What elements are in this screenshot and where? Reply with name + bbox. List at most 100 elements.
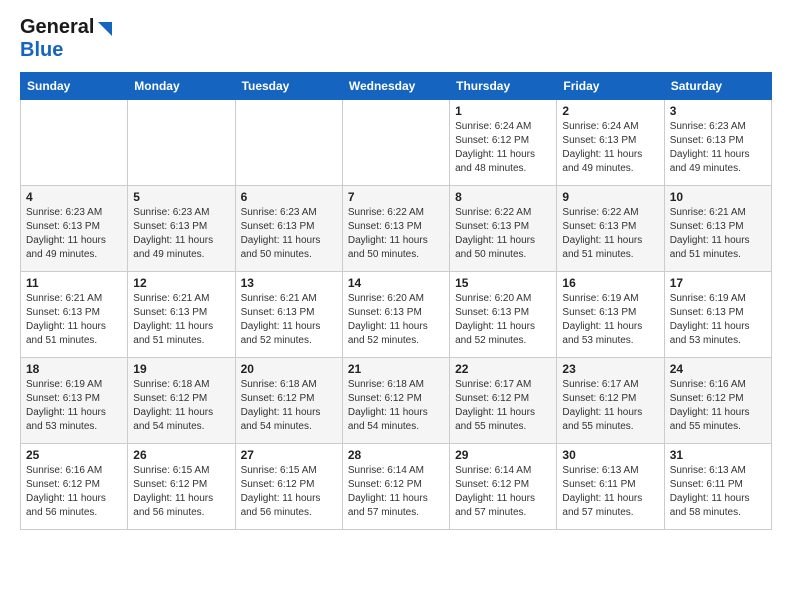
day-info: Sunrise: 6:13 AM Sunset: 6:11 PM Dayligh…: [670, 464, 766, 520]
day-info: Sunrise: 6:23 AM Sunset: 6:13 PM Dayligh…: [133, 206, 229, 262]
day-number: 8: [455, 190, 551, 204]
day-number: 9: [562, 190, 658, 204]
day-info: Sunrise: 6:19 AM Sunset: 6:13 PM Dayligh…: [670, 292, 766, 348]
calendar-table: SundayMondayTuesdayWednesdayThursdayFrid…: [20, 72, 772, 530]
day-info: Sunrise: 6:16 AM Sunset: 6:12 PM Dayligh…: [670, 378, 766, 434]
day-info: Sunrise: 6:24 AM Sunset: 6:12 PM Dayligh…: [455, 120, 551, 176]
day-number: 19: [133, 362, 229, 376]
day-number: 25: [26, 448, 122, 462]
day-info: Sunrise: 6:22 AM Sunset: 6:13 PM Dayligh…: [455, 206, 551, 262]
calendar-cell: 25Sunrise: 6:16 AM Sunset: 6:12 PM Dayli…: [21, 444, 128, 530]
day-number: 6: [241, 190, 337, 204]
day-number: 21: [348, 362, 444, 376]
calendar-cell: 14Sunrise: 6:20 AM Sunset: 6:13 PM Dayli…: [342, 272, 449, 358]
day-info: Sunrise: 6:22 AM Sunset: 6:13 PM Dayligh…: [348, 206, 444, 262]
calendar-cell: 15 Sunrise: 6:20 AM Sunset: 6:13 PM Dayli…: [450, 272, 557, 358]
calendar-week-1: 1 Sunrise: 6:24 AM Sunset: 6:12 PM Daylig…: [21, 100, 772, 186]
day-info: Sunrise: 6:21 AM Sunset: 6:13 PM Dayligh…: [26, 292, 122, 348]
calendar-cell: [21, 100, 128, 186]
day-info: Sunrise: 6:15 AM Sunset: 6:12 PM Dayligh…: [133, 464, 229, 520]
calendar-cell: 12Sunrise: 6:21 AM Sunset: 6:13 PM Dayli…: [128, 272, 235, 358]
calendar-header-row: SundayMondayTuesdayWednesdayThursdayFrid…: [21, 73, 772, 100]
day-number: 7: [348, 190, 444, 204]
calendar-cell: 13 Sunrise: 6:21 AM Sunset: 6:13 PM Dayli…: [235, 272, 342, 358]
calendar-week-3: 11 Sunrise: 6:21 AM Sunset: 6:13 PM Dayli…: [21, 272, 772, 358]
day-info: Sunrise: 6:19 AM Sunset: 6:13 PM Dayligh…: [26, 378, 122, 434]
day-info: Sunrise: 6:18 AM Sunset: 6:12 PM Dayligh…: [133, 378, 229, 434]
day-number: 10: [670, 190, 766, 204]
day-number: 1: [455, 104, 551, 118]
calendar-cell: 18 Sunrise: 6:19 AM Sunset: 6:13 PM Dayli…: [21, 358, 128, 444]
calendar-cell: 5 Sunrise: 6:23 AM Sunset: 6:13 PM Daylig…: [128, 186, 235, 272]
day-number: 3: [670, 104, 766, 118]
logo-general-label: General: [20, 16, 94, 38]
logo-triangle-icon: [94, 20, 112, 38]
calendar-cell: 29 Sunrise: 6:14 AM Sunset: 6:12 PM Dayli…: [450, 444, 557, 530]
calendar-cell: 10 Sunrise: 6:21 AM Sunset: 6:13 PM Dayli…: [664, 186, 771, 272]
day-number: 5: [133, 190, 229, 204]
day-number: 29: [455, 448, 551, 462]
calendar-cell: 30 Sunrise: 6:13 AM Sunset: 6:11 PM Dayli…: [557, 444, 664, 530]
header-saturday: Saturday: [664, 73, 771, 100]
day-number: 30: [562, 448, 658, 462]
day-info: Sunrise: 6:17 AM Sunset: 6:12 PM Dayligh…: [455, 378, 551, 434]
day-info: Sunrise: 6:18 AM Sunset: 6:12 PM Dayligh…: [241, 378, 337, 434]
day-number: 13: [241, 276, 337, 290]
calendar-cell: 3 Sunrise: 6:23 AM Sunset: 6:13 PM Daylig…: [664, 100, 771, 186]
calendar-cell: 26 Sunrise: 6:15 AM Sunset: 6:12 PM Dayli…: [128, 444, 235, 530]
day-number: 26: [133, 448, 229, 462]
header-sunday: Sunday: [21, 73, 128, 100]
day-number: 27: [241, 448, 337, 462]
day-info: Sunrise: 6:21 AM Sunset: 6:13 PM Dayligh…: [670, 206, 766, 262]
day-info: Sunrise: 6:22 AM Sunset: 6:13 PM Dayligh…: [562, 206, 658, 262]
calendar-cell: [235, 100, 342, 186]
calendar-cell: 21 Sunrise: 6:18 AM Sunset: 6:12 PM Dayli…: [342, 358, 449, 444]
day-info: Sunrise: 6:13 AM Sunset: 6:11 PM Dayligh…: [562, 464, 658, 520]
day-info: Sunrise: 6:23 AM Sunset: 6:13 PM Dayligh…: [26, 206, 122, 262]
calendar-cell: 28Sunrise: 6:14 AM Sunset: 6:12 PM Dayli…: [342, 444, 449, 530]
logo-blue-label: Blue: [20, 39, 63, 61]
day-number: 15: [455, 276, 551, 290]
day-info: Sunrise: 6:23 AM Sunset: 6:13 PM Dayligh…: [670, 120, 766, 176]
day-number: 28: [348, 448, 444, 462]
calendar-cell: 6 Sunrise: 6:23 AM Sunset: 6:13 PM Daylig…: [235, 186, 342, 272]
header: General Blue: [20, 16, 772, 62]
calendar-cell: 17 Sunrise: 6:19 AM Sunset: 6:13 PM Dayli…: [664, 272, 771, 358]
calendar-cell: 16Sunrise: 6:19 AM Sunset: 6:13 PM Dayli…: [557, 272, 664, 358]
calendar-week-2: 4Sunrise: 6:23 AM Sunset: 6:13 PM Daylig…: [21, 186, 772, 272]
calendar-cell: 2Sunrise: 6:24 AM Sunset: 6:13 PM Daylig…: [557, 100, 664, 186]
day-info: Sunrise: 6:18 AM Sunset: 6:12 PM Dayligh…: [348, 378, 444, 434]
day-number: 17: [670, 276, 766, 290]
day-number: 14: [348, 276, 444, 290]
day-info: Sunrise: 6:20 AM Sunset: 6:13 PM Dayligh…: [455, 292, 551, 348]
header-tuesday: Tuesday: [235, 73, 342, 100]
day-info: Sunrise: 6:17 AM Sunset: 6:12 PM Dayligh…: [562, 378, 658, 434]
calendar-cell: 7 Sunrise: 6:22 AM Sunset: 6:13 PM Daylig…: [342, 186, 449, 272]
calendar-cell: [342, 100, 449, 186]
header-thursday: Thursday: [450, 73, 557, 100]
day-number: 23: [562, 362, 658, 376]
calendar-cell: 22 Sunrise: 6:17 AM Sunset: 6:12 PM Dayli…: [450, 358, 557, 444]
calendar-cell: 20Sunrise: 6:18 AM Sunset: 6:12 PM Dayli…: [235, 358, 342, 444]
day-info: Sunrise: 6:21 AM Sunset: 6:13 PM Dayligh…: [241, 292, 337, 348]
calendar-cell: 11 Sunrise: 6:21 AM Sunset: 6:13 PM Dayli…: [21, 272, 128, 358]
calendar-cell: 9 Sunrise: 6:22 AM Sunset: 6:13 PM Daylig…: [557, 186, 664, 272]
calendar-cell: 4Sunrise: 6:23 AM Sunset: 6:13 PM Daylig…: [21, 186, 128, 272]
day-info: Sunrise: 6:21 AM Sunset: 6:13 PM Dayligh…: [133, 292, 229, 348]
day-number: 11: [26, 276, 122, 290]
calendar-cell: 31 Sunrise: 6:13 AM Sunset: 6:11 PM Dayli…: [664, 444, 771, 530]
calendar-cell: 24 Sunrise: 6:16 AM Sunset: 6:12 PM Dayli…: [664, 358, 771, 444]
day-number: 22: [455, 362, 551, 376]
calendar-week-4: 18 Sunrise: 6:19 AM Sunset: 6:13 PM Dayli…: [21, 358, 772, 444]
day-info: Sunrise: 6:15 AM Sunset: 6:12 PM Dayligh…: [241, 464, 337, 520]
day-number: 31: [670, 448, 766, 462]
day-number: 24: [670, 362, 766, 376]
logo-wrap: General Blue: [20, 16, 112, 62]
day-number: 18: [26, 362, 122, 376]
day-number: 16: [562, 276, 658, 290]
calendar-cell: 8 Sunrise: 6:22 AM Sunset: 6:13 PM Daylig…: [450, 186, 557, 272]
header-friday: Friday: [557, 73, 664, 100]
day-info: Sunrise: 6:14 AM Sunset: 6:12 PM Dayligh…: [455, 464, 551, 520]
day-info: Sunrise: 6:23 AM Sunset: 6:13 PM Dayligh…: [241, 206, 337, 262]
calendar-cell: 27 Sunrise: 6:15 AM Sunset: 6:12 PM Dayli…: [235, 444, 342, 530]
